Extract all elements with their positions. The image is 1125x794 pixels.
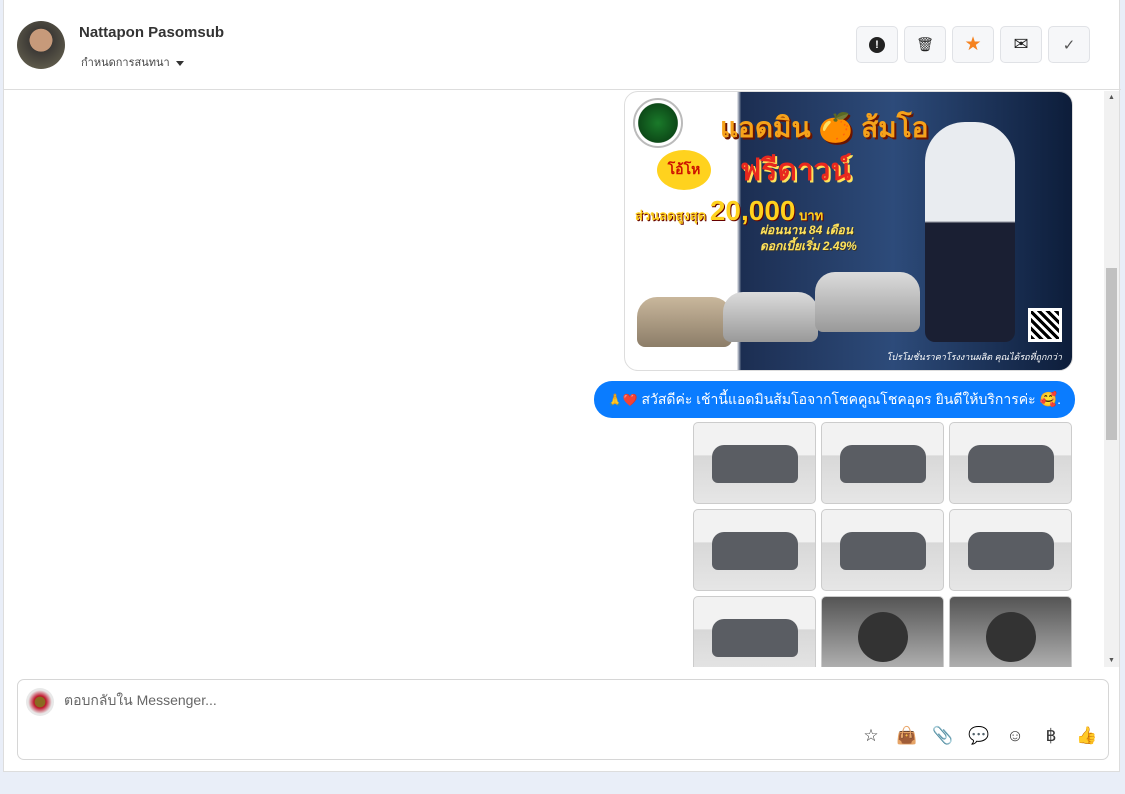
truck-image: [840, 532, 926, 570]
scrollbar-thumb[interactable]: [1106, 268, 1117, 440]
ad-title: แอดมิน 🍊 ส้มโอ: [720, 112, 929, 143]
conversation-header: Nattapon Pasomsub กำหนดการสนทนา ! 🗑 ★ ✉ …: [4, 0, 1121, 90]
saved-reply-icon[interactable]: ☆: [860, 726, 882, 746]
truck-image: [840, 445, 926, 483]
emoji-prefix: 🙏❤️: [607, 392, 638, 407]
photo-thumbnail[interactable]: [949, 509, 1072, 591]
reply-input[interactable]: [64, 692, 864, 708]
star-icon: ★: [964, 34, 982, 55]
page-avatar: [26, 688, 54, 716]
chat-bubble-icon[interactable]: 💬: [968, 726, 990, 746]
trash-icon: 🗑: [916, 36, 934, 52]
photo-thumbnail[interactable]: [949, 422, 1072, 504]
emoji-icon[interactable]: ☺: [1004, 726, 1026, 746]
truck-image: [712, 619, 798, 657]
thumbs-up-icon[interactable]: 👍: [1076, 726, 1098, 746]
discount-label: ส่วนลดสูงสุด: [635, 208, 707, 223]
done-button[interactable]: ✓: [1048, 26, 1090, 63]
photo-thumbnail[interactable]: [693, 596, 816, 667]
photo-thumbnail[interactable]: [949, 596, 1072, 667]
steering-wheel-image: [858, 612, 908, 662]
conversation-menu-label: กำหนดการสนทนา: [81, 57, 170, 69]
scroll-up-icon[interactable]: ▲: [1108, 94, 1115, 101]
conversation-panel: Nattapon Pasomsub กำหนดการสนทนา ! 🗑 ★ ✉ …: [3, 0, 1121, 772]
message-text: สวัสดีค่ะ เช้านี้แอดมินส้มโอจากโชคคูณโชค…: [641, 390, 1036, 407]
check-icon: ✓: [1062, 36, 1076, 54]
contact-avatar[interactable]: [17, 21, 65, 69]
caret-down-icon: [175, 60, 184, 66]
ad-footer: โปรโมชั่นราคาโรงงานผลิต คุณได้รถที่ถูกกว…: [886, 352, 1062, 362]
photo-thumbnail[interactable]: [693, 509, 816, 591]
car-image: [723, 292, 818, 342]
photo-thumbnail[interactable]: [821, 509, 944, 591]
photo-grid: [693, 422, 1072, 667]
delete-button[interactable]: 🗑: [904, 26, 946, 63]
message-bubble[interactable]: 🙏❤️ สวัสดีค่ะ เช้านี้แอดมินส้มโอจากโชคคู…: [593, 381, 1075, 418]
envelope-icon: ✉: [1013, 34, 1029, 54]
reply-composer: ☆ 👜 📎 💬 ☺ ฿ 👍: [17, 679, 1109, 760]
installment: ผ่อนนาน 84 เดือน: [760, 223, 853, 237]
truck-image: [712, 532, 798, 570]
mark-unread-button[interactable]: ✉: [1000, 26, 1042, 63]
model-figure: [925, 122, 1015, 342]
truck-image: [712, 445, 798, 483]
truck-image: [968, 445, 1054, 483]
emoji-suffix: 🥰.: [1039, 391, 1061, 407]
photo-thumbnail[interactable]: [821, 596, 944, 667]
ad-burst: โอ้โห: [657, 150, 711, 190]
promo-image[interactable]: แอดมิน 🍊 ส้มโอ โอ้โห ฟรีดาวน์ ส่วนลดสูงส…: [624, 91, 1073, 371]
alert-icon: !: [869, 36, 885, 53]
ad-headline: ฟรีดาวน์: [740, 154, 852, 187]
baht-payment-icon[interactable]: ฿: [1040, 726, 1062, 746]
qr-code: [1028, 308, 1062, 342]
contact-name[interactable]: Nattapon Pasomsub: [79, 24, 224, 41]
dealer-logo: [633, 98, 683, 148]
photo-thumbnail[interactable]: [821, 422, 944, 504]
spam-button[interactable]: !: [856, 26, 898, 63]
car-image: [815, 272, 920, 332]
photo-thumbnail[interactable]: [693, 422, 816, 504]
message-list: แอดมิน 🍊 ส้มโอ โอ้โห ฟรีดาวน์ ส่วนลดสูงส…: [4, 91, 1121, 667]
scroll-down-icon[interactable]: ▼: [1108, 657, 1115, 664]
car-image: [637, 297, 732, 347]
attachment-icon[interactable]: 📎: [932, 726, 954, 746]
truck-image: [968, 532, 1054, 570]
seat-image: [986, 612, 1036, 662]
scrollbar[interactable]: ▲ ▼: [1104, 91, 1119, 667]
interest: ดอกเบี้ยเริ่ม 2.49%: [760, 239, 857, 253]
shop-bag-icon[interactable]: 👜: [896, 726, 918, 746]
star-button[interactable]: ★: [952, 26, 994, 63]
ad-terms: ผ่อนนาน 84 เดือนดอกเบี้ยเริ่ม 2.49%: [760, 222, 857, 254]
conversation-menu[interactable]: กำหนดการสนทนา: [81, 53, 184, 71]
currency: บาท: [799, 208, 824, 223]
